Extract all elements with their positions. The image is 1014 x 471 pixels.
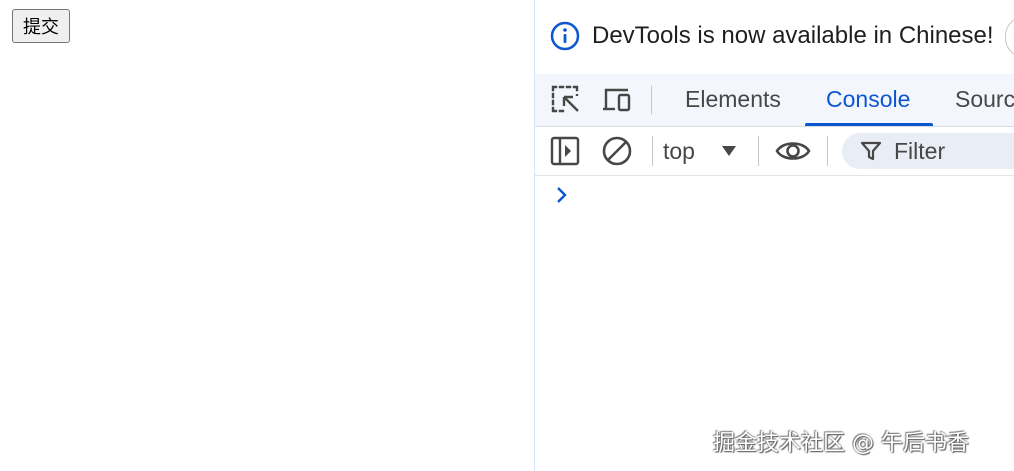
tabbar-separator: [651, 86, 652, 114]
info-icon: [550, 21, 580, 51]
language-infobar: DevTools is now available in Chinese!: [535, 0, 1014, 74]
device-toolbar-icon[interactable]: [601, 84, 633, 116]
devtools-panel: DevTools is now available in Chinese! El…: [535, 0, 1014, 471]
clear-console-icon[interactable]: [601, 135, 633, 167]
filter-box[interactable]: [842, 133, 1014, 169]
filter-icon: [860, 141, 882, 161]
watermark: 掘金技术社区 @ 午后书香: [713, 431, 969, 456]
chevron-right-icon: [557, 187, 567, 203]
context-label: top: [663, 138, 695, 164]
inspect-element-icon[interactable]: [550, 84, 582, 116]
tab-console[interactable]: Console: [826, 74, 910, 126]
toolbar-separator: [652, 136, 653, 166]
devtools-tabbar: Elements Console Sourc: [535, 74, 1014, 127]
sidebar-toggle-icon[interactable]: [549, 135, 581, 167]
filter-input[interactable]: [894, 133, 1014, 169]
toolbar-separator: [758, 136, 759, 166]
submit-button[interactable]: 提交: [12, 9, 70, 43]
active-tab-indicator: [805, 123, 933, 126]
infobar-action-button[interactable]: [1005, 16, 1014, 58]
web-page: 提交: [0, 0, 534, 471]
infobar-message: DevTools is now available in Chinese!: [592, 22, 994, 49]
eye-icon[interactable]: [775, 135, 811, 167]
tab-elements[interactable]: Elements: [685, 74, 781, 126]
toolbar-separator: [827, 136, 828, 166]
caret-down-icon: [722, 146, 736, 156]
console-toolbar: top: [535, 127, 1014, 176]
context-selector[interactable]: top: [663, 127, 736, 175]
tab-sources[interactable]: Sourc: [955, 74, 1014, 126]
